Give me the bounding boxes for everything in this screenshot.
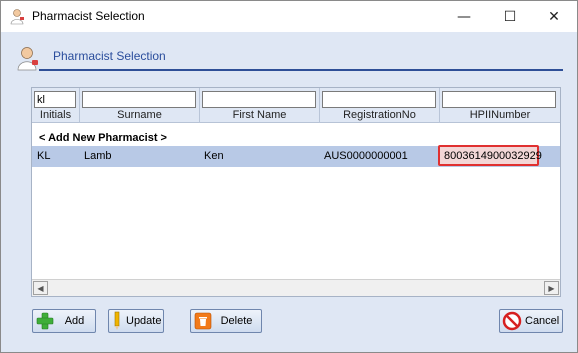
hpii-number-filter-input[interactable] (442, 91, 556, 108)
close-icon: ✕ (548, 8, 560, 25)
scroll-right-button[interactable]: ▶ (544, 281, 559, 295)
minimize-icon: — (457, 8, 471, 25)
update-button-label: Update (126, 315, 162, 327)
horizontal-scrollbar[interactable]: ◀ ▶ (32, 279, 560, 296)
hpii-highlight-box: 8003614900032929 (438, 145, 542, 166)
delete-button[interactable]: Delete (190, 309, 262, 333)
pharmacist-icon (17, 47, 38, 71)
column-registration-no: RegistrationNo (320, 88, 440, 123)
page-title: Pharmacist Selection (53, 49, 166, 63)
cell-hpii-number: 8003614900032929 (444, 150, 542, 162)
title-bar: Pharmacist Selection — ☐ ✕ (1, 1, 577, 32)
cell-surname: Lamb (84, 150, 112, 162)
pharmacist-app-icon (10, 9, 24, 25)
registration-no-filter-input[interactable] (322, 91, 436, 108)
grid-header-row: Initials Surname First Name Registration… (32, 88, 560, 123)
column-hpii-number: HPIINumber (440, 88, 560, 123)
initials-filter-input[interactable] (34, 91, 76, 108)
scroll-left-button[interactable]: ◀ (33, 281, 48, 295)
column-first-name: First Name (200, 88, 320, 123)
maximize-button[interactable]: ☐ (487, 1, 533, 32)
chevron-left-icon: ◀ (37, 283, 44, 293)
pharmacist-grid: Initials Surname First Name Registration… (31, 87, 561, 297)
column-header-hpii-number[interactable]: HPIINumber (440, 109, 560, 121)
column-surname: Surname (80, 88, 200, 123)
update-button[interactable]: Update (108, 309, 164, 333)
add-new-pharmacist-row[interactable]: < Add New Pharmacist > (39, 132, 167, 144)
cell-registration-no: AUS0000000001 (324, 150, 408, 162)
chevron-right-icon: ▶ (548, 283, 555, 293)
minimize-button[interactable]: — (441, 1, 487, 32)
window-title: Pharmacist Selection (32, 9, 145, 23)
header-divider (39, 69, 563, 71)
add-button-label: Add (64, 315, 85, 327)
delete-button-label: Delete (220, 315, 253, 327)
cell-first-name: Ken (204, 150, 224, 162)
plus-icon (36, 312, 54, 330)
maximize-icon: ☐ (503, 8, 517, 25)
column-header-surname[interactable]: Surname (80, 109, 199, 121)
dialog-body: Pharmacist Selection Initials Surname Fi… (1, 32, 577, 352)
cancel-button-label: Cancel (525, 315, 560, 327)
surname-filter-input[interactable] (82, 91, 196, 108)
column-header-registration-no[interactable]: RegistrationNo (320, 109, 439, 121)
close-button[interactable]: ✕ (531, 1, 577, 32)
table-row[interactable]: KL Lamb Ken AUS0000000001 80036149000329… (32, 145, 560, 167)
column-header-initials[interactable]: Initials (32, 109, 79, 121)
add-button[interactable]: Add (32, 309, 96, 333)
cancel-button[interactable]: Cancel (499, 309, 563, 333)
pencil-icon (114, 311, 120, 330)
column-header-first-name[interactable]: First Name (200, 109, 319, 121)
first-name-filter-input[interactable] (202, 91, 316, 108)
delete-icon (194, 312, 212, 330)
cell-initials: KL (37, 150, 51, 162)
column-initials: Initials (32, 88, 80, 123)
cancel-icon (502, 311, 522, 331)
pharmacist-selection-window: Pharmacist Selection — ☐ ✕ Pharmacist Se… (0, 0, 578, 353)
